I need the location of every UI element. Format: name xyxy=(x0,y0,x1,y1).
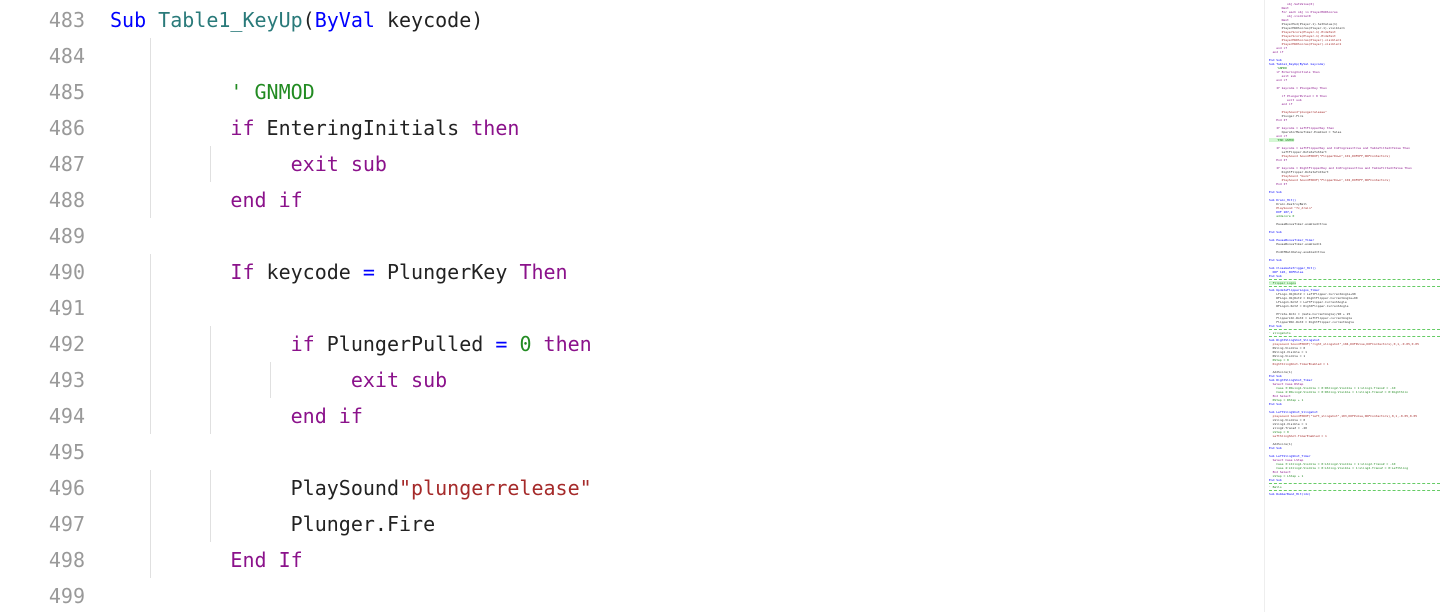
code-line[interactable]: end if xyxy=(110,182,1264,218)
token: PlaySound xyxy=(291,476,399,500)
minimap-line: ' Flipper Logos xyxy=(1269,281,1440,285)
token: ' GNMOD xyxy=(230,80,314,104)
token: if xyxy=(230,116,254,140)
token: Table1_KeyUp xyxy=(158,8,303,32)
code-content[interactable]: Sub Table1_KeyUp(ByVal keycode) ' GNMOD … xyxy=(110,0,1264,612)
line-number: 488 xyxy=(0,182,85,218)
code-line[interactable]: PlaySound"plungerrelease" xyxy=(110,470,1264,506)
line-number: 497 xyxy=(0,506,85,542)
token: keycode xyxy=(375,8,471,32)
editor-area[interactable]: 4834844854864874884894904914924934944954… xyxy=(0,0,1264,612)
minimap-line: ' slingshots xyxy=(1269,331,1440,335)
token: Plunger.Fire xyxy=(291,512,436,536)
token: "plungerrelease" xyxy=(399,476,592,500)
minimap-line: End Sub xyxy=(1269,274,1440,278)
code-line[interactable] xyxy=(110,218,1264,254)
token xyxy=(146,8,158,32)
token: end if xyxy=(230,188,302,212)
line-number: 487 xyxy=(0,146,85,182)
minimap-line: Sub RubberBand_Hit(idx) xyxy=(1269,492,1440,496)
line-number: 498 xyxy=(0,542,85,578)
code-line[interactable]: ' GNMOD xyxy=(110,74,1264,110)
line-number: 490 xyxy=(0,254,85,290)
token: if xyxy=(291,332,315,356)
line-number: 486 xyxy=(0,110,85,146)
token: exit sub xyxy=(291,152,387,176)
token: ) xyxy=(471,8,483,32)
token: If xyxy=(230,260,254,284)
code-line[interactable]: Sub Table1_KeyUp(ByVal keycode) xyxy=(110,2,1264,38)
token: EnteringInitials xyxy=(255,116,472,140)
code-line[interactable]: end if xyxy=(110,398,1264,434)
minimap-line: End Sub xyxy=(1269,324,1440,328)
line-number-gutter: 4834844854864874884894904914924934944954… xyxy=(0,0,110,612)
minimap-line: ' Balls xyxy=(1269,485,1440,489)
token: end if xyxy=(291,404,363,428)
line-number: 492 xyxy=(0,326,85,362)
minimap[interactable]: obj.SetValue(0) Next For each obj in Pla… xyxy=(1264,0,1444,612)
line-number: 484 xyxy=(0,38,85,74)
token: PlungerPulled xyxy=(315,332,496,356)
code-line[interactable]: If keycode = PlungerKey Then xyxy=(110,254,1264,290)
code-line[interactable] xyxy=(110,38,1264,74)
code-line[interactable]: exit sub xyxy=(110,146,1264,182)
token: = xyxy=(495,332,507,356)
minimap-line: End Sub xyxy=(1269,478,1440,482)
line-number: 494 xyxy=(0,398,85,434)
line-number: 496 xyxy=(0,470,85,506)
token: Sub xyxy=(110,8,146,32)
code-line[interactable]: exit sub xyxy=(110,362,1264,398)
token: Then xyxy=(519,260,567,284)
line-number: 499 xyxy=(0,578,85,612)
token: = xyxy=(363,260,375,284)
token: End If xyxy=(230,548,302,572)
code-line[interactable]: if EnteringInitials then xyxy=(110,110,1264,146)
token xyxy=(531,332,543,356)
line-number: 491 xyxy=(0,290,85,326)
token: PlungerKey xyxy=(375,260,520,284)
code-line[interactable] xyxy=(110,434,1264,470)
token: ( xyxy=(303,8,315,32)
line-number: 495 xyxy=(0,434,85,470)
token: then xyxy=(471,116,519,140)
token: ByVal xyxy=(315,8,375,32)
line-number: 483 xyxy=(0,2,85,38)
code-line[interactable]: if PlungerPulled = 0 then xyxy=(110,326,1264,362)
token xyxy=(507,332,519,356)
token: then xyxy=(544,332,592,356)
line-number: 485 xyxy=(0,74,85,110)
code-line[interactable]: End If xyxy=(110,542,1264,578)
code-line[interactable] xyxy=(110,290,1264,326)
line-number: 489 xyxy=(0,218,85,254)
token: 0 xyxy=(519,332,531,356)
token: keycode xyxy=(255,260,363,284)
token: exit sub xyxy=(351,368,447,392)
line-number: 493 xyxy=(0,362,85,398)
code-line[interactable]: Plunger.Fire xyxy=(110,506,1264,542)
code-line[interactable] xyxy=(110,578,1264,612)
